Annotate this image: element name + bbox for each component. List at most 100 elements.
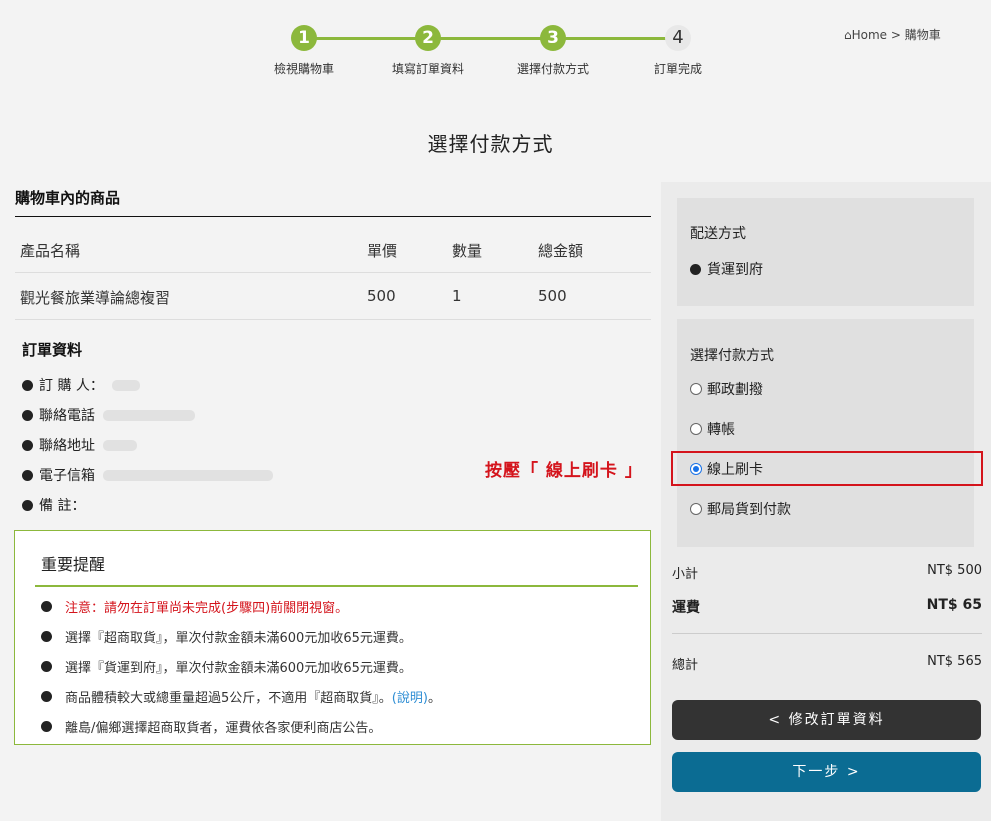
table-row: 觀光餐旅業導論總複習 500 1 500 (15, 273, 651, 320)
step-3-marker: 3 (540, 25, 566, 51)
breadcrumb-separator: > (890, 28, 901, 42)
important-notice: 重要提醒 注意：請勿在訂單尚未完成(步驟四)前關閉視窗。 選擇『超商取貨』，單次… (14, 530, 651, 745)
shipping-option-label: 貨運到府 (707, 262, 763, 278)
subtotal-label: 小計 (672, 567, 699, 582)
list-item: 離島/偏鄉選擇超商取貨者，運費依各家便利商店公告。 (41, 711, 441, 741)
bullet-icon (690, 263, 701, 275)
bullet-icon (41, 600, 52, 612)
shipping-option: 貨運到府 (690, 259, 763, 279)
column-header-price: 單價 (367, 242, 398, 260)
list-item: 選擇『貨運到府』，單次付款金額未滿600元加收65元運費。 (41, 651, 441, 681)
step-2-label: 填寫訂單資料 (391, 62, 465, 76)
payment-option-label: 郵局貨到付款 (707, 502, 791, 518)
step-2-marker: 2 (415, 25, 441, 51)
shipping-method-title: 配送方式 (690, 226, 746, 242)
notice-text: 注意：請勿在訂單尚未完成(步驟四)前關閉視窗。 (65, 600, 349, 616)
cart-table: 產品名稱 單價 數量 總金額 觀光餐旅業導論總複習 500 1 500 (15, 226, 651, 320)
redacted-value (103, 439, 137, 451)
order-field-label: 聯絡電話 (39, 408, 95, 424)
notice-text: 選擇『貨運到府』，單次付款金額未滿600元加收65元運費。 (65, 660, 412, 676)
breadcrumb-current: 購物車 (904, 28, 941, 42)
column-header-product: 產品名稱 (20, 242, 81, 260)
payment-method-title: 選擇付款方式 (690, 348, 774, 364)
product-name: 觀光餐旅業導論總複習 (20, 289, 171, 307)
column-header-quantity: 數量 (452, 242, 483, 260)
step-4-marker: 4 (665, 25, 691, 51)
redacted-value (103, 469, 273, 481)
order-field-label: 聯絡地址 (39, 438, 95, 454)
order-field-note: 備 註： (22, 490, 462, 520)
order-info-list: 訂 購 人： 聯絡電話 聯絡地址 電子信箱 備 註： (22, 370, 462, 520)
order-field-phone: 聯絡電話 (22, 400, 462, 430)
radio-button[interactable] (690, 423, 702, 435)
bullet-icon (22, 409, 33, 421)
radio-button[interactable] (690, 503, 702, 515)
bullet-icon (41, 660, 52, 672)
page-title: 選擇付款方式 (427, 132, 554, 156)
step-1-marker: 1 (291, 25, 317, 51)
order-heading: 訂單資料 (22, 341, 83, 359)
divider (35, 585, 638, 587)
notice-list: 注意：請勿在訂單尚未完成(步驟四)前關閉視窗。 選擇『超商取貨』，單次付款金額未… (41, 591, 441, 741)
cart-heading: 購物車內的商品 (15, 189, 121, 207)
table-header-row: 產品名稱 單價 數量 總金額 (15, 226, 651, 273)
shipping-fee-label: 運費 (672, 600, 700, 616)
payment-option-bank-transfer[interactable]: 轉帳 (690, 419, 735, 439)
progress-line (304, 37, 428, 40)
next-step-button[interactable]: 下一步 > (672, 752, 981, 792)
instruction-annotation: 按壓「 線上刷卡 」 (485, 461, 643, 481)
payment-option-postal-transfer[interactable]: 郵政劃撥 (690, 379, 763, 399)
order-field-label: 電子信箱 (39, 468, 95, 484)
notice-title: 重要提醒 (41, 555, 106, 574)
divider (15, 216, 651, 217)
payment-option-label: 郵政劃撥 (707, 382, 763, 398)
total-value: NT$ 565 (927, 654, 982, 669)
list-item: 注意：請勿在訂單尚未完成(步驟四)前關閉視窗。 (41, 591, 441, 621)
checkout-progress: 1 檢視購物車 2 填寫訂單資料 3 選擇付款方式 4 訂單完成 (262, 25, 702, 85)
subtotal-value: NT$ 500 (927, 563, 982, 578)
list-item: 選擇『超商取貨』，單次付款金額未滿600元加收65元運費。 (41, 621, 441, 651)
progress-line (428, 37, 553, 40)
radio-button[interactable] (690, 383, 702, 395)
bullet-icon (41, 690, 52, 702)
order-field-address: 聯絡地址 (22, 430, 462, 460)
info-link[interactable]: (說明) (392, 687, 428, 706)
product-total: 500 (538, 287, 567, 305)
product-quantity: 1 (452, 287, 462, 305)
progress-line (553, 37, 678, 40)
order-field-buyer: 訂 購 人： (22, 370, 462, 400)
order-field-label: 備 註： (39, 498, 86, 514)
edit-order-button[interactable]: < 修改訂單資料 (672, 700, 981, 740)
shipping-fee-value: NT$ 65 (926, 597, 982, 613)
bullet-icon (22, 469, 33, 481)
shipping-method-panel: 配送方式 貨運到府 (677, 198, 974, 306)
bullet-icon (41, 630, 52, 642)
home-icon[interactable]: ⌂ (844, 28, 852, 42)
step-4-label: 訂單完成 (653, 62, 703, 76)
total-label: 總計 (672, 658, 699, 673)
divider (672, 633, 982, 634)
bullet-icon (22, 379, 33, 391)
order-field-email: 電子信箱 (22, 460, 462, 490)
step-3-label: 選擇付款方式 (516, 62, 590, 76)
payment-option-label: 轉帳 (707, 422, 735, 438)
order-field-label: 訂 購 人： (39, 378, 104, 394)
bullet-icon (22, 499, 33, 511)
notice-text-suffix: 。 (427, 690, 441, 706)
payment-method-panel: 選擇付款方式 郵政劃撥 轉帳 線上刷卡 郵局貨到付款 (677, 319, 974, 547)
breadcrumb-home[interactable]: Home (852, 28, 887, 42)
bullet-icon (22, 439, 33, 451)
highlight-frame (671, 451, 983, 486)
payment-option-cash-on-delivery[interactable]: 郵局貨到付款 (690, 499, 791, 519)
redacted-value (103, 409, 195, 421)
notice-text: 選擇『超商取貨』，單次付款金額未滿600元加收65元運費。 (65, 630, 412, 646)
column-header-total: 總金額 (538, 242, 584, 260)
product-price: 500 (367, 287, 396, 305)
redacted-value (111, 379, 140, 391)
breadcrumb: ⌂Home > 購物車 (844, 26, 941, 43)
notice-text: 商品體積較大或總重量超過5公斤，不適用『超商取貨』。 (65, 690, 392, 706)
step-1-label: 檢視購物車 (273, 62, 335, 76)
bullet-icon (41, 720, 52, 732)
notice-text: 離島/偏鄉選擇超商取貨者，運費依各家便利商店公告。 (65, 720, 382, 736)
list-item: 商品體積較大或總重量超過5公斤，不適用『超商取貨』。 (說明)。 (41, 681, 441, 711)
